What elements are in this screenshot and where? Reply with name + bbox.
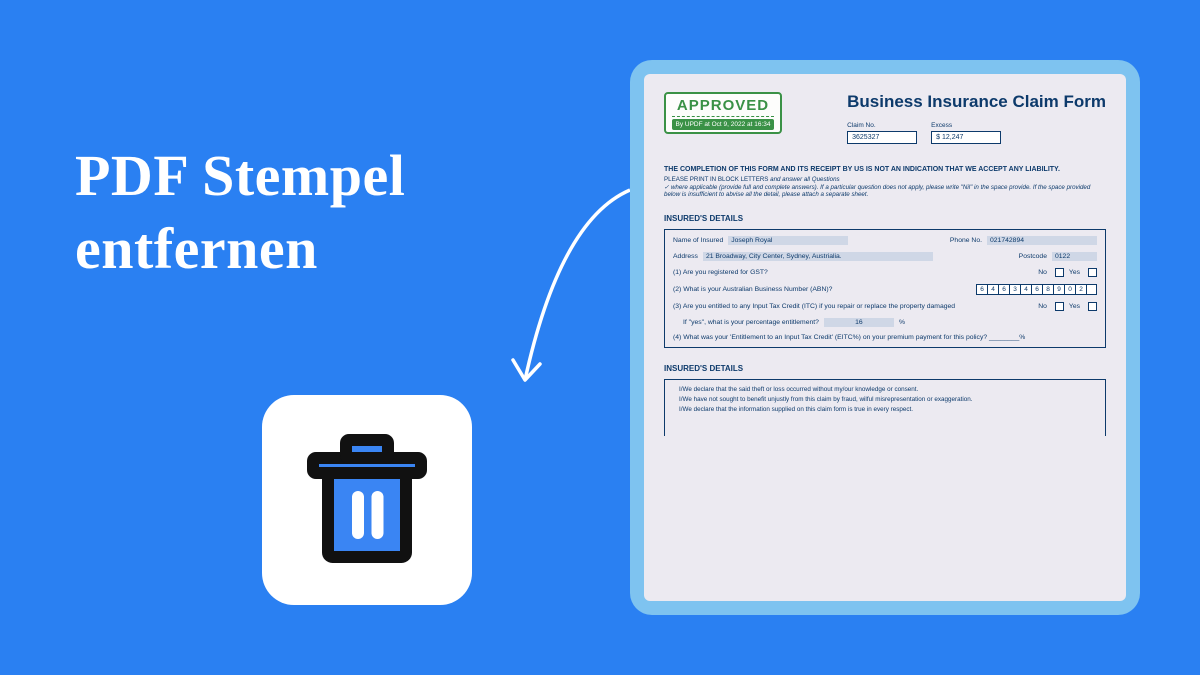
no-label-2: No — [1038, 303, 1047, 310]
abn-digits[interactable]: 6 4 6 3 4 6 8 9 0 2 — [976, 284, 1097, 295]
subnotice-1: PLEASE PRINT IN BLOCK LETTERS and answer… — [664, 176, 1106, 183]
document-page: APPROVED By UPDF at Oct 9, 2022 at 16:34… — [644, 74, 1126, 601]
address-input[interactable]: 21 Broadway, City Center, Sydney, Austri… — [703, 252, 933, 261]
stamp-byline: By UPDF at Oct 9, 2022 at 16:34 — [672, 119, 774, 130]
document-frame: APPROVED By UPDF at Oct 9, 2022 at 16:34… — [630, 60, 1140, 615]
yes-label: Yes — [1069, 269, 1080, 276]
excess-input[interactable]: $ 12,247 — [931, 131, 1001, 144]
stamp-title: APPROVED — [672, 97, 774, 117]
claim-no-input[interactable]: 3625327 — [847, 131, 917, 144]
q1-no-checkbox[interactable] — [1055, 268, 1064, 277]
q2-text: (2) What is your Australian Business Num… — [673, 286, 832, 293]
q4-text: (4) What was your 'Entitlement to an Inp… — [673, 334, 1025, 341]
yes-label-2: Yes — [1069, 303, 1080, 310]
name-label: Name of Insured — [673, 237, 723, 244]
notice-text: THE COMPLETION OF THIS FORM AND ITS RECE… — [664, 166, 1106, 173]
no-label: No — [1038, 269, 1047, 276]
subnotice-2: ✓ where applicable (provide full and com… — [664, 184, 1106, 198]
name-input[interactable]: Joseph Royal — [728, 236, 848, 245]
q1-text: (1) Are you registered for GST? — [673, 269, 768, 276]
q3b-text: If "yes", what is your percentage entitl… — [683, 319, 819, 326]
trash-card — [262, 395, 472, 605]
arrow-icon — [480, 180, 640, 420]
document-title: Business Insurance Claim Form — [847, 92, 1106, 112]
postcode-input[interactable]: 0122 — [1052, 252, 1097, 261]
phone-label: Phone No. — [950, 237, 982, 244]
q3-no-checkbox[interactable] — [1055, 302, 1064, 311]
headline-line1: PDF Stempel — [75, 140, 405, 213]
address-label: Address — [673, 253, 698, 260]
postcode-label: Postcode — [1019, 253, 1047, 260]
trash-icon — [292, 425, 442, 575]
phone-input[interactable]: 021742894 — [987, 236, 1097, 245]
approved-stamp: APPROVED By UPDF at Oct 9, 2022 at 16:34 — [664, 92, 782, 134]
claim-no-label: Claim No. — [847, 122, 917, 129]
declaration-2: I/We have not sought to benefit unjustly… — [673, 396, 1097, 403]
section-insured-details: INSURED'S DETAILS — [664, 214, 1106, 223]
insured-details-box: Name of Insured Joseph Royal Phone No. 0… — [664, 229, 1106, 348]
declaration-3: I/We declare that the information suppli… — [673, 406, 1097, 413]
headline-line2: entfernen — [75, 213, 405, 286]
section-declarations: INSURED'S DETAILS — [664, 364, 1106, 373]
headline: PDF Stempel entfernen — [75, 140, 405, 285]
declarations-box: I/We declare that the said theft or loss… — [664, 379, 1106, 436]
q3-yes-checkbox[interactable] — [1088, 302, 1097, 311]
pct-sign: % — [899, 319, 905, 326]
excess-label: Excess — [931, 122, 1001, 129]
q1-yes-checkbox[interactable] — [1088, 268, 1097, 277]
q3a-text: (3) Are you entitled to any Input Tax Cr… — [673, 303, 955, 310]
pct-input[interactable]: 16 — [824, 318, 894, 327]
declaration-1: I/We declare that the said theft or loss… — [673, 386, 1097, 393]
